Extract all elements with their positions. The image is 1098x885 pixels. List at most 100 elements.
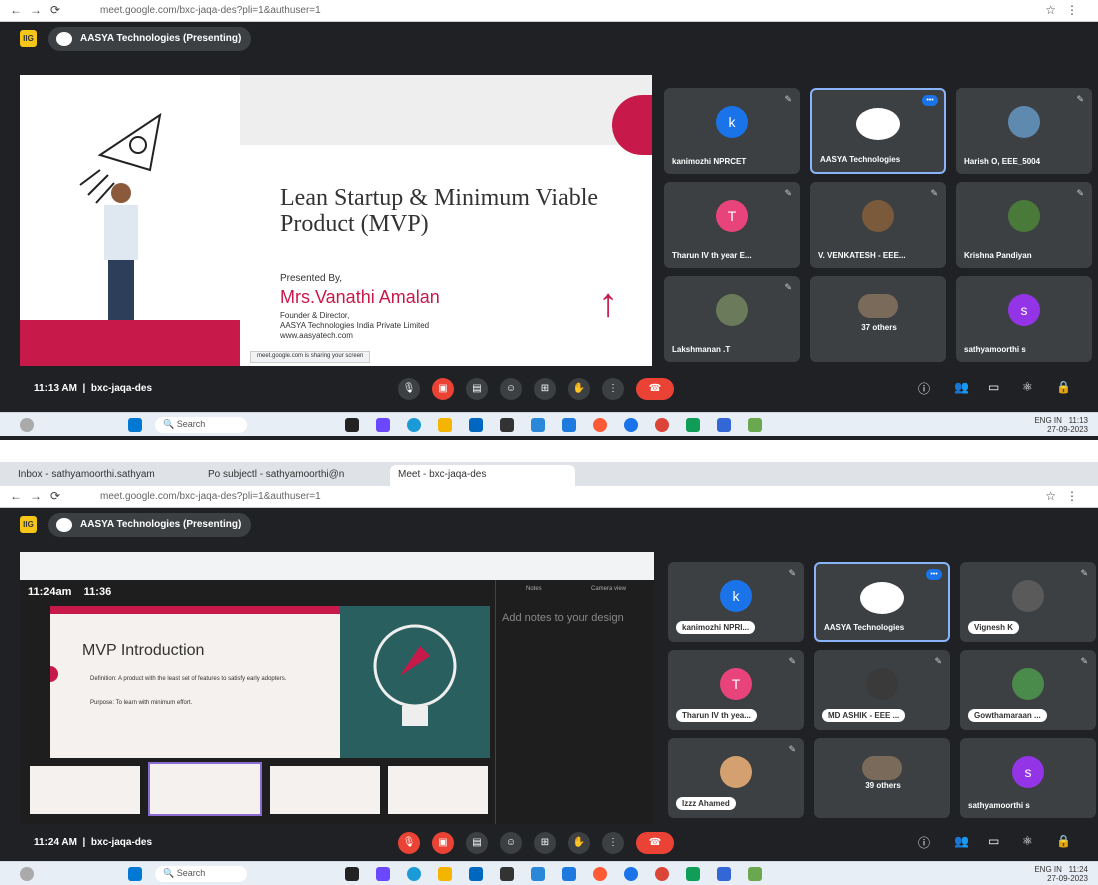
- participant-tile[interactable]: ✎ V. VENKATESH - EEE...: [810, 182, 946, 268]
- system-tray[interactable]: ENG IN 11:24 27-09-2023: [1034, 865, 1088, 883]
- widget-icon[interactable]: [376, 418, 390, 432]
- lock-icon[interactable]: 🔒: [1056, 380, 1071, 394]
- meet-icon[interactable]: [686, 867, 700, 881]
- participant-tile[interactable]: ✎ Lakshmanan .T: [664, 276, 800, 362]
- app-icon[interactable]: [624, 418, 638, 432]
- people-icon[interactable]: 👥: [954, 380, 969, 394]
- participant-tile[interactable]: s sathyamoorthi s: [960, 738, 1096, 818]
- weather-icon[interactable]: [20, 867, 34, 881]
- participant-tile[interactable]: ••• AASYA Technologies: [814, 562, 950, 642]
- more-options-icon[interactable]: ⋮: [602, 378, 624, 400]
- store-icon[interactable]: [469, 418, 483, 432]
- mic-off-icon[interactable]: 🎙: [398, 832, 420, 854]
- others-tile[interactable]: 39 others: [814, 738, 950, 818]
- meet-icon[interactable]: [686, 418, 700, 432]
- taskview-icon[interactable]: [345, 867, 359, 881]
- mic-icon[interactable]: 🎙: [398, 378, 420, 400]
- slide-thumbnail-active[interactable]: [148, 762, 262, 816]
- lock-icon[interactable]: 🔒: [1056, 834, 1071, 848]
- raise-hand-icon[interactable]: ✋: [568, 832, 590, 854]
- participant-tile[interactable]: ✎ T Tharun IV th year E...: [664, 182, 800, 268]
- app-icon[interactable]: [562, 867, 576, 881]
- info-icon[interactable]: ⓘ: [918, 834, 930, 851]
- more-options-icon[interactable]: ⋮: [602, 832, 624, 854]
- slide-thumbnail[interactable]: [30, 766, 140, 814]
- app-icon[interactable]: [531, 867, 545, 881]
- app-icon[interactable]: [717, 418, 731, 432]
- windows-start-icon[interactable]: [128, 867, 142, 881]
- participant-tile[interactable]: ✎ Gowthamaraan ...: [960, 650, 1096, 730]
- nav-buttons[interactable]: ←→⟳: [10, 489, 68, 503]
- slide-thumbnail[interactable]: [388, 766, 488, 814]
- participant-tile[interactable]: ✎ Harish O, EEE_5004: [956, 88, 1092, 174]
- file-explorer-icon[interactable]: [438, 867, 452, 881]
- app-icon[interactable]: [717, 867, 731, 881]
- file-explorer-icon[interactable]: [438, 418, 452, 432]
- presenting-label[interactable]: AASYA Technologies (Presenting): [48, 513, 252, 537]
- app-icon[interactable]: [562, 418, 576, 432]
- chat-icon[interactable]: ▭: [988, 380, 999, 394]
- activities-icon[interactable]: ⚛: [1022, 380, 1033, 394]
- browser-tab[interactable]: Inbox - sathyamoorthi.sathyam: [10, 465, 195, 486]
- raise-hand-icon[interactable]: ✋: [568, 378, 590, 400]
- people-icon[interactable]: 👥: [954, 834, 969, 848]
- nav-buttons[interactable]: ←→⟳: [10, 3, 68, 17]
- participant-tile[interactable]: ✎ T Tharun IV th yea...: [668, 650, 804, 730]
- notes-tab[interactable]: Notes: [526, 586, 542, 592]
- browser-tab-active[interactable]: Meet - bxc-jaqa-des: [390, 465, 575, 486]
- others-tile[interactable]: 37 others: [810, 276, 946, 362]
- firefox-icon[interactable]: [593, 418, 607, 432]
- app-icon[interactable]: [500, 418, 514, 432]
- windows-start-icon[interactable]: [128, 418, 142, 432]
- present-icon[interactable]: ⊞: [534, 832, 556, 854]
- slide-thumbnail[interactable]: [270, 766, 380, 814]
- chat-icon[interactable]: ▭: [988, 834, 999, 848]
- end-call-button[interactable]: ☎: [636, 832, 674, 854]
- camera-off-icon[interactable]: ▣: [432, 378, 454, 400]
- app-icon[interactable]: [531, 418, 545, 432]
- edge-icon[interactable]: [407, 418, 421, 432]
- browser-toolbar-icons[interactable]: ☆⋮: [1045, 489, 1088, 503]
- present-icon[interactable]: ⊞: [534, 378, 556, 400]
- chrome-icon[interactable]: [655, 867, 669, 881]
- edge-icon[interactable]: [407, 867, 421, 881]
- app-icon[interactable]: [748, 418, 762, 432]
- widget-icon[interactable]: [376, 867, 390, 881]
- participant-tile[interactable]: ✎ MD ASHIK - EEE ...: [814, 650, 950, 730]
- taskbar-search[interactable]: 🔍 Search: [155, 417, 247, 433]
- url-text[interactable]: meet.google.com/bxc-jaqa-des?pli=1&authu…: [100, 5, 321, 16]
- camera-view-tab[interactable]: Camera view: [591, 586, 626, 592]
- firefox-icon[interactable]: [593, 867, 607, 881]
- captions-icon[interactable]: ▤: [466, 832, 488, 854]
- system-tray[interactable]: ENG IN 11:13 27-09-2023: [1034, 416, 1088, 434]
- camera-off-icon[interactable]: ▣: [432, 832, 454, 854]
- participant-tile[interactable]: ✎ k kanimozhi NPRI...: [668, 562, 804, 642]
- emoji-icon[interactable]: ☺: [500, 832, 522, 854]
- info-icon[interactable]: ⓘ: [918, 380, 930, 397]
- notes-placeholder[interactable]: Add notes to your design: [502, 612, 632, 624]
- store-icon[interactable]: [469, 867, 483, 881]
- end-call-button[interactable]: ☎: [636, 378, 674, 400]
- weather-icon[interactable]: [20, 418, 34, 432]
- address-bar[interactable]: ←→⟳ meet.google.com/bxc-jaqa-des?pli=1&a…: [0, 486, 1098, 508]
- captions-icon[interactable]: ▤: [466, 378, 488, 400]
- share-bar[interactable]: meet.google.com is sharing your screen: [250, 351, 371, 363]
- taskview-icon[interactable]: [345, 418, 359, 432]
- presenting-label[interactable]: AASYA Technologies (Presenting): [48, 27, 252, 51]
- participant-tile[interactable]: ••• AASYA Technologies: [810, 88, 946, 174]
- participant-tile[interactable]: ✎ Izzz Ahamed: [668, 738, 804, 818]
- browser-toolbar-icons[interactable]: ☆⋮: [1045, 3, 1088, 17]
- url-text[interactable]: meet.google.com/bxc-jaqa-des?pli=1&authu…: [100, 491, 321, 502]
- chrome-icon[interactable]: [655, 418, 669, 432]
- participant-tile[interactable]: ✎ k kanimozhi NPRCET: [664, 88, 800, 174]
- participant-tile[interactable]: ✎ Krishna Pandiyan: [956, 182, 1092, 268]
- address-bar[interactable]: ←→⟳ meet.google.com/bxc-jaqa-des?pli=1&a…: [0, 0, 1098, 22]
- browser-tab[interactable]: Po subjectl - sathyamoorthi@n: [200, 465, 385, 486]
- emoji-icon[interactable]: ☺: [500, 378, 522, 400]
- participant-tile[interactable]: s sathyamoorthi s: [956, 276, 1092, 362]
- app-icon[interactable]: [748, 867, 762, 881]
- taskbar-search[interactable]: 🔍 Search: [155, 866, 247, 882]
- app-icon[interactable]: [624, 867, 638, 881]
- activities-icon[interactable]: ⚛: [1022, 834, 1033, 848]
- app-icon[interactable]: [500, 867, 514, 881]
